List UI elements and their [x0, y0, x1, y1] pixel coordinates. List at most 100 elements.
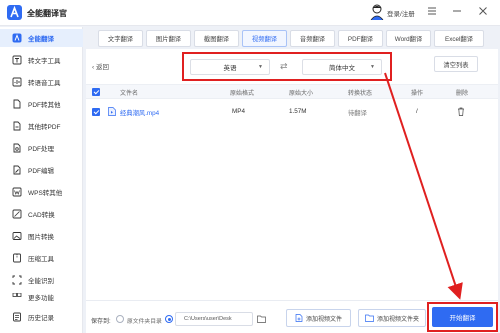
file-status: 待翻译 — [348, 110, 367, 117]
custom-path-radio[interactable] — [165, 315, 173, 323]
folder-icon[interactable] — [257, 315, 266, 323]
sidebar-item-compress[interactable]: 压缩工具 — [0, 249, 83, 267]
sidebar-item-other-to-pdf[interactable]: 其他转PDF — [0, 117, 83, 135]
add-folder-icon — [365, 314, 374, 322]
tab-pdf-translate[interactable]: PDF翻译 — [338, 30, 383, 47]
column-header-format: 原始格式 — [230, 91, 255, 97]
pdf-convert-icon — [12, 99, 22, 109]
clear-list-button[interactable]: 清空列表 — [434, 56, 478, 72]
sidebar-item-pdf-to-other[interactable]: PDF转其他 — [0, 95, 83, 113]
sidebar-item-wps-to-other[interactable]: WPS转其他 — [0, 183, 83, 201]
original-folder-label: 原文件夹目录 — [127, 319, 162, 325]
tab-excel-translate[interactable]: Excel翻译 — [434, 30, 484, 47]
wps-icon — [12, 187, 22, 197]
target-language-select[interactable]: 简体中文 ▼ — [302, 59, 382, 75]
sidebar-item-label: 更多功能 — [28, 295, 54, 301]
sidebar-item-label: PDF编辑 — [28, 168, 54, 175]
sidebar-item-pdf-process[interactable]: PDF处理 — [0, 139, 83, 157]
select-all-checkbox[interactable] — [92, 88, 100, 96]
start-button-highlight: 开始翻译 — [427, 302, 498, 332]
sidebar-item-label: 历史记录 — [28, 315, 54, 322]
sidebar-item-label: CAD转换 — [28, 212, 55, 219]
user-avatar-icon[interactable] — [370, 4, 384, 20]
sidebar-item-label: PDF转其他 — [28, 102, 61, 109]
back-label: 返回 — [95, 64, 109, 71]
sidebar: 全能翻译 转文字工具 转语音工具 PDF转其他 其他转PDF PDF处理 PDF… — [0, 27, 83, 333]
swap-language-icon[interactable]: ⇄ — [280, 61, 288, 72]
file-size: 1.57M — [289, 108, 307, 115]
file-action[interactable]: / — [416, 108, 418, 115]
sidebar-item-all-translate[interactable]: 全能翻译 — [0, 29, 83, 47]
sidebar-item-label: 全能翻译 — [28, 36, 54, 43]
sidebar-item-label: 其他转PDF — [28, 124, 61, 131]
add-video-folder-label: 添加视频文件夹 — [376, 316, 419, 323]
login-link[interactable]: 登录/注册 — [387, 8, 415, 18]
sidebar-item-history[interactable]: 历史记录 — [0, 308, 83, 326]
sidebar-item-label: 全能识别 — [28, 278, 54, 285]
tab-text-translate[interactable]: 文字翻译 — [98, 30, 143, 47]
speech-icon — [12, 77, 22, 87]
back-button[interactable]: ‹ 返回 — [92, 61, 109, 71]
sidebar-item-text-tools[interactable]: 转文字工具 — [0, 51, 83, 69]
sidebar-item-image-convert[interactable]: 图片转换 — [0, 227, 83, 245]
sidebar-item-label: PDF处理 — [28, 146, 54, 153]
table-row[interactable]: 经典潮风.mp4 MP4 1.57M 待翻译 / — [86, 104, 498, 122]
image-convert-icon — [12, 231, 22, 241]
start-translate-button[interactable]: 开始翻译 — [432, 307, 493, 327]
trash-icon[interactable] — [457, 107, 465, 116]
sidebar-item-cad-convert[interactable]: CAD转换 — [0, 205, 83, 223]
original-folder-radio[interactable] — [116, 315, 124, 323]
column-header-status: 转换状态 — [348, 91, 373, 97]
add-video-file-label: 添加视频文件 — [305, 316, 342, 323]
main-panel: ‹ 返回 英语 ▼ ⇄ 简体中文 ▼ 清空列表 文件名 原始格式 原始大小 转换… — [86, 49, 498, 333]
output-path-field[interactable]: C:\Users\user\Desk — [175, 312, 253, 326]
video-file-icon — [108, 107, 116, 116]
minimize-icon[interactable] — [450, 4, 464, 18]
compress-icon — [12, 253, 22, 263]
language-selector-highlight: 英语 ▼ ⇄ 简体中文 ▼ — [182, 52, 392, 81]
chevron-down-icon: ▼ — [370, 64, 375, 70]
close-icon[interactable] — [476, 4, 490, 18]
sidebar-item-pdf-edit[interactable]: PDF编辑 — [0, 161, 83, 179]
pdf-edit-icon — [12, 165, 22, 175]
source-language-select[interactable]: 英语 ▼ — [190, 59, 270, 75]
row-checkbox[interactable] — [92, 108, 100, 116]
app-logo-icon — [7, 5, 22, 20]
history-icon — [12, 312, 22, 322]
tab-image-translate[interactable]: 图片翻译 — [146, 30, 191, 47]
sidebar-item-label: 压缩工具 — [28, 256, 54, 263]
target-language-value: 简体中文 — [329, 65, 355, 72]
pdf-process-icon — [12, 143, 22, 153]
sidebar-item-label: WPS转其他 — [28, 190, 63, 197]
file-format: MP4 — [232, 108, 245, 115]
file-table-header: 文件名 原始格式 原始大小 转换状态 操作 删除 — [86, 84, 498, 99]
translation-tabs: 文字翻译 图片翻译 截图翻译 视频翻译 音频翻译 PDF翻译 Word翻译 Ex… — [92, 30, 496, 48]
tab-word-translate[interactable]: Word翻译 — [386, 30, 431, 47]
add-file-icon — [295, 314, 303, 322]
column-header-size: 原始大小 — [289, 91, 314, 97]
app-title: 全能翻译官 — [27, 9, 67, 18]
translate-icon — [12, 33, 22, 43]
sidebar-item-label: 图片转换 — [28, 234, 54, 241]
sidebar-item-label: 转语音工具 — [28, 80, 61, 87]
add-video-file-button[interactable]: 添加视频文件 — [286, 309, 351, 327]
tab-audio-translate[interactable]: 音频翻译 — [290, 30, 335, 47]
add-video-folder-button[interactable]: 添加视频文件夹 — [358, 309, 426, 327]
more-icon — [12, 293, 22, 301]
chevron-down-icon: ▼ — [258, 64, 263, 70]
column-header-delete: 删除 — [456, 91, 469, 97]
column-header-name: 文件名 — [120, 91, 139, 97]
to-pdf-icon — [12, 121, 22, 131]
column-header-action: 操作 — [411, 91, 424, 97]
menu-icon[interactable] — [425, 4, 439, 18]
tab-screenshot-translate[interactable]: 截图翻译 — [194, 30, 239, 47]
tab-video-translate[interactable]: 视频翻译 — [242, 30, 287, 47]
sidebar-item-recognize[interactable]: 全能识别 — [0, 271, 83, 289]
sidebar-item-speech-tools[interactable]: 转语音工具 — [0, 73, 83, 91]
text-convert-icon — [12, 55, 22, 65]
sidebar-item-label: 转文字工具 — [28, 58, 61, 65]
source-language-value: 英语 — [223, 65, 237, 72]
save-to-label: 保存到: — [91, 319, 111, 325]
sidebar-item-more[interactable]: 更多功能 — [0, 293, 83, 301]
title-bar: 全能翻译官 登录/注册 — [0, 0, 500, 26]
